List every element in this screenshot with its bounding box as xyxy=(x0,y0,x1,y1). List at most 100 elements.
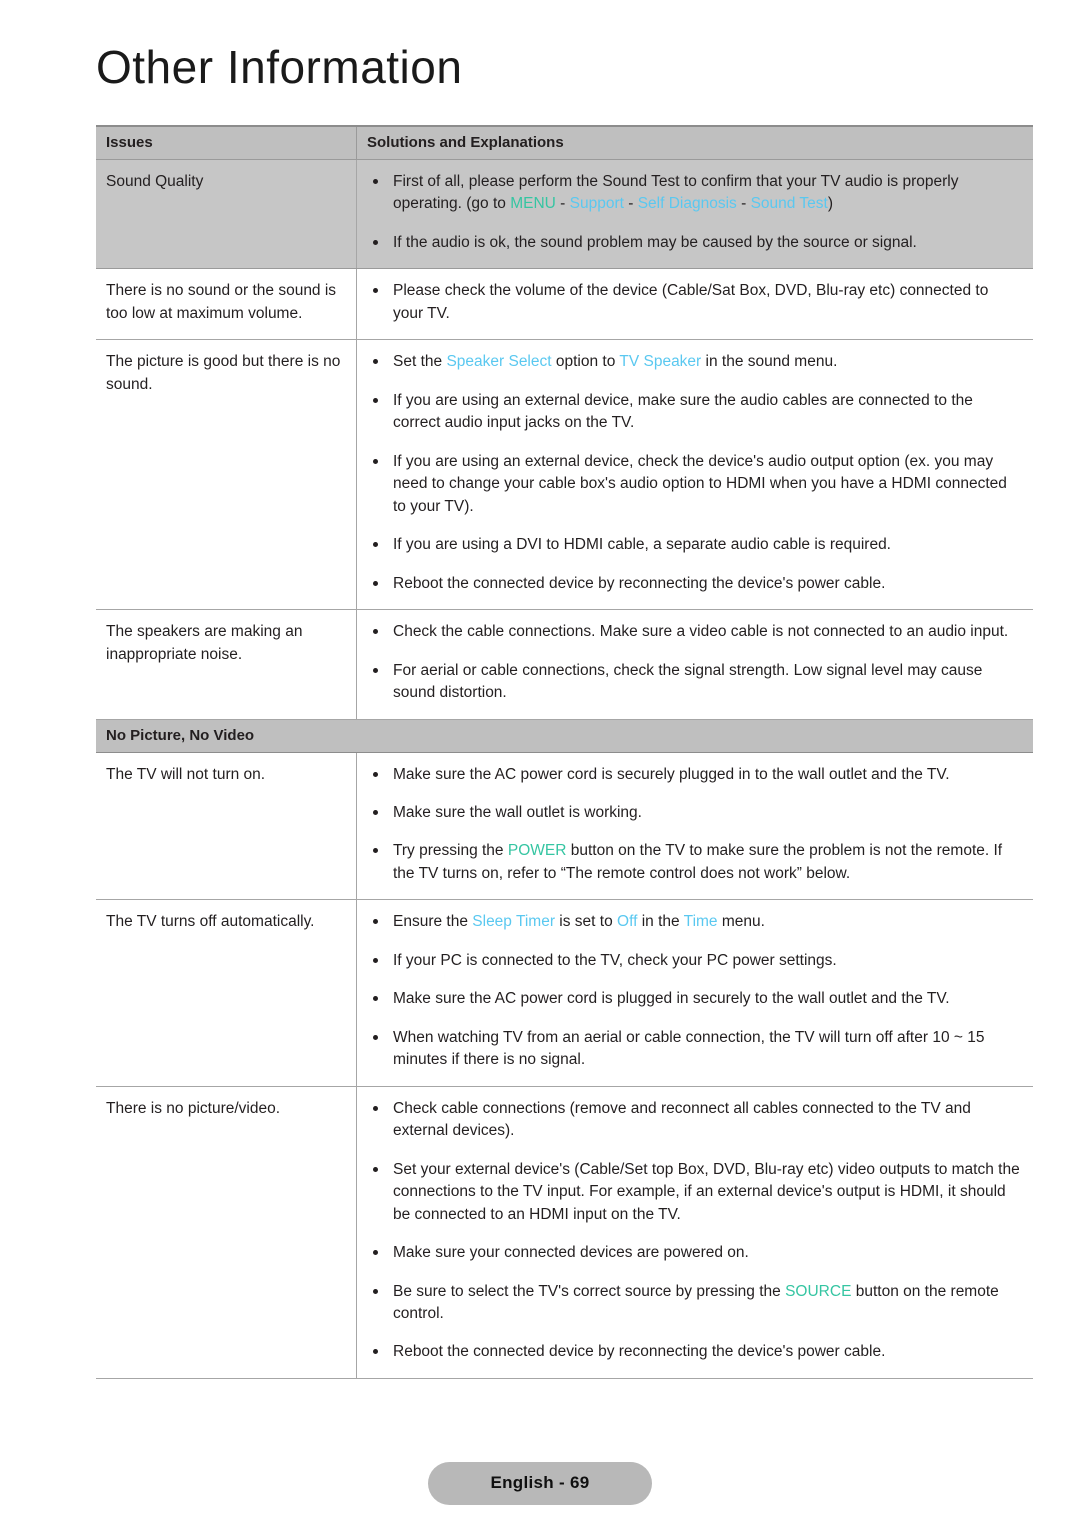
page-footer: English - 69 xyxy=(0,1462,1080,1505)
troubleshooting-table: Issues Solutions and Explanations Sound … xyxy=(96,125,1033,1379)
column-header-issues: Issues xyxy=(96,125,357,160)
menu-keyword-green: MENU xyxy=(510,195,556,213)
table-row: Sound Quality First of all, please perfor… xyxy=(96,159,1033,270)
menu-keyword-green: SOURCE xyxy=(785,1282,852,1300)
issue-cell: The picture is good but there is no soun… xyxy=(96,339,357,611)
menu-keyword-blue: Sound Test xyxy=(750,195,828,213)
table-row: The TV turns off automatically. Ensure th… xyxy=(96,899,1033,1087)
column-header-solutions: Solutions and Explanations xyxy=(356,125,1033,160)
issue-cell: There is no sound or the sound is too lo… xyxy=(96,268,357,341)
solution-bullet-item: Check the cable connections. Make sure a… xyxy=(371,621,1021,643)
issue-cell: The TV turns off automatically. xyxy=(96,899,357,1087)
solution-cell: Please check the volume of the device (C… xyxy=(356,268,1033,341)
issue-cell: Sound Quality xyxy=(96,159,357,270)
solution-cell: First of all, please perform the Sound T… xyxy=(356,159,1033,270)
bullet-text: - xyxy=(736,195,751,213)
menu-keyword-blue: Time xyxy=(683,913,718,931)
issue-text: There is no picture/video. xyxy=(106,1099,281,1117)
table-section-header-row: No Picture, No Video xyxy=(96,718,1033,753)
section-title: No Picture, No Video xyxy=(96,718,1033,753)
solution-cell: Check cable connections (remove and reco… xyxy=(356,1086,1033,1379)
bullet-text: When watching TV from an aerial or cable… xyxy=(393,1028,985,1069)
bullet-text: ) xyxy=(827,195,834,213)
solution-bullet-list: Make sure the AC power cord is securely … xyxy=(371,764,1021,886)
solution-bullet-item: Set the Speaker Select option to TV Spea… xyxy=(371,351,1021,373)
table-row: The speakers are making an inappropriate… xyxy=(96,609,1033,720)
bullet-text: Set the xyxy=(393,353,447,371)
solution-cell: Check the cable connections. Make sure a… xyxy=(356,609,1033,720)
issue-text: Sound Quality xyxy=(106,173,204,190)
solution-bullet-list: Please check the volume of the device (C… xyxy=(371,280,1021,325)
menu-keyword-blue: Support xyxy=(569,195,624,213)
solution-bullet-item: If the audio is ok, the sound problem ma… xyxy=(371,232,1021,254)
table-row: There is no sound or the sound is too lo… xyxy=(96,268,1033,341)
bullet-text: Reboot the connected device by reconnect… xyxy=(393,1343,886,1361)
solution-cell: Ensure the Sleep Timer is set to Off in … xyxy=(356,899,1033,1087)
solution-bullet-item: Ensure the Sleep Timer is set to Off in … xyxy=(371,911,1021,933)
bullet-text: in the xyxy=(637,913,684,931)
solution-bullet-item: Make sure the wall outlet is working. xyxy=(371,802,1021,824)
issue-cell: The TV will not turn on. xyxy=(96,752,357,901)
issue-text: The TV will not turn on. xyxy=(106,765,266,783)
menu-keyword-blue: TV Speaker xyxy=(619,353,702,371)
solution-bullet-list: Check cable connections (remove and reco… xyxy=(371,1098,1021,1364)
solution-bullet-item: Please check the volume of the device (C… xyxy=(371,280,1021,325)
solution-bullet-item: Make sure your connected devices are pow… xyxy=(371,1242,1021,1264)
table-row: There is no picture/video. Check cable co… xyxy=(96,1086,1033,1379)
bullet-text: For aerial or cable connections, check t… xyxy=(393,661,983,702)
bullet-text: - xyxy=(623,195,638,213)
table-row: The TV will not turn on. Make sure the AC… xyxy=(96,752,1033,901)
bullet-text: Make sure the AC power cord is securely … xyxy=(393,765,950,783)
menu-keyword-blue: Speaker Select xyxy=(446,353,552,371)
solution-bullet-item: Reboot the connected device by reconnect… xyxy=(371,573,1021,595)
bullet-text: If the audio is ok, the sound problem ma… xyxy=(393,233,917,251)
bullet-text: If you are using an external device, che… xyxy=(393,452,1007,515)
solution-cell: Make sure the AC power cord is securely … xyxy=(356,752,1033,901)
solution-bullet-item: Be sure to select the TV's correct sourc… xyxy=(371,1281,1021,1326)
solution-bullet-item: If you are using an external device, che… xyxy=(371,451,1021,518)
page-title: Other Information xyxy=(96,41,463,93)
solution-cell: Set the Speaker Select option to TV Spea… xyxy=(356,339,1033,611)
solution-bullet-item: Check cable connections (remove and reco… xyxy=(371,1098,1021,1143)
table-body: Issues Solutions and Explanations Sound … xyxy=(96,125,1033,1379)
solution-bullet-list: First of all, please perform the Sound T… xyxy=(371,171,1021,254)
bullet-text: Make sure your connected devices are pow… xyxy=(393,1244,749,1262)
solution-bullet-item: Make sure the AC power cord is securely … xyxy=(371,764,1021,786)
issue-text: The TV turns off automatically. xyxy=(106,913,315,931)
solution-bullet-item: For aerial or cable connections, check t… xyxy=(371,660,1021,705)
bullet-text: - xyxy=(555,195,570,213)
solution-bullet-item: If you are using an external device, mak… xyxy=(371,390,1021,435)
bullet-text: Make sure the AC power cord is plugged i… xyxy=(393,990,950,1008)
issue-text: There is no sound or the sound is too lo… xyxy=(106,282,337,322)
bullet-text: Set your external device's (Cable/Set to… xyxy=(393,1160,1020,1223)
table-header-row: Issues Solutions and Explanations xyxy=(96,125,1033,160)
issue-text: The speakers are making an inappropriate… xyxy=(106,623,303,663)
manual-page: Other Information Issues Solutions and E… xyxy=(0,0,1080,1534)
menu-keyword-green: POWER xyxy=(507,842,567,860)
solution-bullet-list: Check the cable connections. Make sure a… xyxy=(371,621,1021,704)
bullet-text: in the sound menu. xyxy=(701,353,838,371)
bullet-text: Ensure the xyxy=(393,913,473,931)
bullet-text: is set to xyxy=(554,913,618,931)
bullet-text: menu. xyxy=(717,913,765,931)
solution-bullet-item: Try pressing the POWER button on the TV … xyxy=(371,840,1021,885)
solution-bullet-item: When watching TV from an aerial or cable… xyxy=(371,1027,1021,1072)
solution-bullet-item: If your PC is connected to the TV, check… xyxy=(371,950,1021,972)
bullet-text: If your PC is connected to the TV, check… xyxy=(393,951,837,969)
solution-bullet-item: First of all, please perform the Sound T… xyxy=(371,171,1021,216)
bullet-text: Try pressing the xyxy=(393,842,508,860)
bullet-text: If you are using a DVI to HDMI cable, a … xyxy=(393,536,891,554)
bullet-text: Check the cable connections. Make sure a… xyxy=(393,623,1009,641)
bullet-text: Check cable connections (remove and reco… xyxy=(393,1099,971,1140)
bullet-text: Make sure the wall outlet is working. xyxy=(393,803,642,821)
bullet-text: Be sure to select the TV's correct sourc… xyxy=(393,1282,786,1300)
table-row: The picture is good but there is no soun… xyxy=(96,339,1033,611)
solution-bullet-list: Ensure the Sleep Timer is set to Off in … xyxy=(371,911,1021,1071)
menu-keyword-blue: Self Diagnosis xyxy=(637,195,737,213)
solution-bullet-item: Set your external device's (Cable/Set to… xyxy=(371,1159,1021,1226)
issue-text: The picture is good but there is no soun… xyxy=(106,353,341,393)
issue-cell: The speakers are making an inappropriate… xyxy=(96,609,357,720)
menu-keyword-blue: Off xyxy=(617,913,638,931)
bullet-text: If you are using an external device, mak… xyxy=(393,391,973,432)
page-number-badge: English - 69 xyxy=(428,1462,652,1505)
